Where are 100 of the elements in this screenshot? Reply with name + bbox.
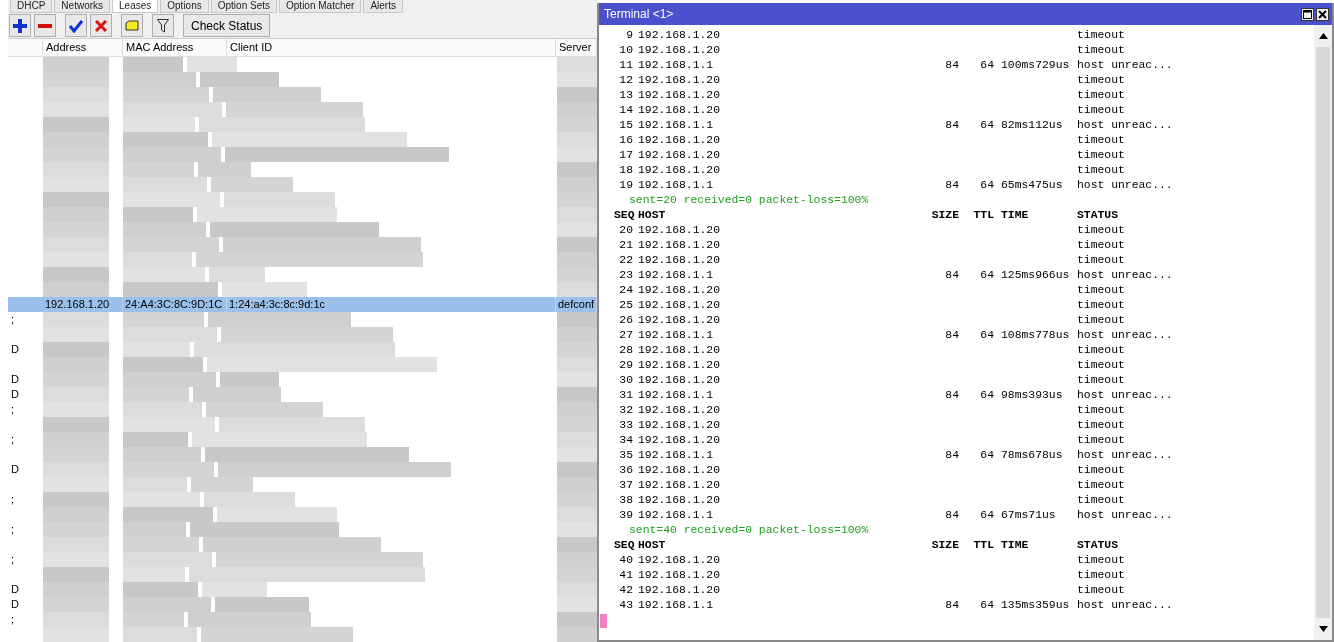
- seq-text: 11: [618, 58, 634, 73]
- tab[interactable]: DHCP: [10, 0, 53, 13]
- size-text: 84: [945, 599, 959, 611]
- blurred-cell: [123, 522, 186, 537]
- enable-button[interactable]: [65, 14, 87, 37]
- seq-text: 26: [618, 313, 634, 328]
- blurred-cell: [43, 207, 109, 222]
- note-icon: [125, 20, 139, 31]
- scrollbar[interactable]: [1314, 25, 1332, 640]
- seq-text: 17: [618, 148, 634, 163]
- column-header[interactable]: Client ID: [227, 39, 556, 56]
- window-title: Terminal <1>: [604, 7, 675, 21]
- size-text: 84: [945, 179, 959, 191]
- blurred-cell: [43, 132, 109, 147]
- tab[interactable]: Alerts: [363, 0, 403, 13]
- blurred-cell: [202, 582, 267, 597]
- close-button[interactable]: [1316, 7, 1329, 21]
- host-text: 192.168.1.20: [638, 43, 722, 58]
- seq-text: 18: [618, 163, 634, 178]
- host-text: 192.168.1.20: [638, 403, 722, 418]
- tab[interactable]: Option Sets: [210, 0, 277, 13]
- status-text: timeout: [1077, 73, 1125, 88]
- flag-label: ;: [11, 493, 15, 505]
- blurred-cell: [43, 387, 109, 402]
- host-text: 192.168.1.20: [638, 73, 722, 88]
- blurred-cell: [43, 252, 109, 267]
- size-text: 84: [945, 269, 959, 281]
- text-cursor: [600, 614, 607, 628]
- column-header[interactable]: Address: [43, 39, 123, 56]
- size-text: 84: [945, 59, 959, 71]
- tab[interactable]: Networks: [54, 0, 111, 13]
- host-text: 192.168.1.20: [638, 373, 722, 388]
- ttl-text: 64: [980, 509, 994, 521]
- size-text: 84: [945, 389, 959, 401]
- comment-button[interactable]: [121, 14, 143, 37]
- blurred-cell: [43, 597, 109, 612]
- seq-text: 14: [618, 103, 634, 118]
- add-button[interactable]: [9, 14, 31, 37]
- status-text: host unreac...: [1077, 508, 1173, 523]
- time-text: TIME: [1001, 539, 1029, 551]
- tab[interactable]: Leases: [112, 0, 159, 13]
- flag-label: ;: [11, 613, 15, 625]
- blurred-cell: [557, 357, 597, 372]
- scroll-down-icon[interactable]: [1318, 626, 1328, 632]
- flag-label: D: [11, 598, 19, 610]
- tab[interactable]: Options: [160, 0, 209, 13]
- host-text: 192.168.1.20: [638, 553, 722, 568]
- column-header[interactable]: MAC Address: [123, 39, 227, 56]
- blurred-cell: [43, 192, 109, 207]
- disable-button[interactable]: [90, 14, 112, 37]
- seq-text: 15: [618, 118, 634, 133]
- seq-text: 37: [618, 478, 634, 493]
- status-text: timeout: [1077, 223, 1125, 238]
- ttl-text: 64: [980, 449, 994, 461]
- check-status-button[interactable]: Check Status: [183, 14, 271, 37]
- status-text: timeout: [1077, 163, 1125, 178]
- host-text: 192.168.1.1: [638, 448, 715, 463]
- remove-button[interactable]: [34, 14, 56, 37]
- flag-label: D: [11, 583, 19, 595]
- blurred-cell: [43, 537, 109, 552]
- seq-text: 35: [618, 448, 634, 463]
- maximize-button[interactable]: [1301, 7, 1314, 21]
- blurred-cell: [123, 567, 185, 582]
- scroll-up-icon[interactable]: [1318, 33, 1328, 39]
- blurred-cell: [43, 222, 109, 237]
- time-text: 78ms678us: [1001, 449, 1063, 461]
- status-text: timeout: [1077, 103, 1125, 118]
- status-text: timeout: [1077, 493, 1125, 508]
- status-text: timeout: [1077, 418, 1125, 433]
- blurred-cell: [43, 177, 109, 192]
- size-text: 84: [945, 449, 959, 461]
- blurred-cell: [43, 402, 109, 417]
- filter-button[interactable]: [152, 14, 174, 37]
- blurred-cell: [123, 387, 189, 402]
- host-text: 192.168.1.20: [638, 238, 722, 253]
- blurred-cell: [43, 342, 109, 357]
- blurred-cell: [43, 237, 109, 252]
- host-text: 192.168.1.20: [638, 493, 722, 508]
- blurred-cell: [43, 522, 109, 537]
- host-text: 192.168.1.1: [638, 598, 715, 613]
- host-text: 192.168.1.20: [638, 28, 722, 43]
- seq-text: 19: [618, 178, 634, 193]
- blurred-cell: [43, 477, 109, 492]
- blurred-cell: [557, 132, 597, 147]
- blurred-cell: [43, 492, 109, 507]
- host-text: 192.168.1.1: [638, 328, 715, 343]
- time-text: TIME: [1001, 209, 1029, 221]
- seq-text: 10: [618, 43, 634, 58]
- host-text: 192.168.1.20: [638, 463, 722, 478]
- blurred-cell: [43, 102, 109, 117]
- size-text: 84: [945, 119, 959, 131]
- blurred-cell: [43, 357, 109, 372]
- blurred-cell: [557, 222, 597, 237]
- table-row[interactable]: 192.168.1.20 24:A4:3C:8C:9D:1C 1:24:a4:3c:8c:9d:1c defconf: [8, 297, 597, 312]
- size-text: 84: [945, 329, 959, 341]
- blurred-cell: [557, 372, 597, 387]
- host-text: 192.168.1.1: [638, 178, 715, 193]
- tab[interactable]: Option Matcher: [279, 0, 362, 13]
- host-text: 192.168.1.20: [638, 343, 722, 358]
- blurred-cell: [43, 57, 109, 72]
